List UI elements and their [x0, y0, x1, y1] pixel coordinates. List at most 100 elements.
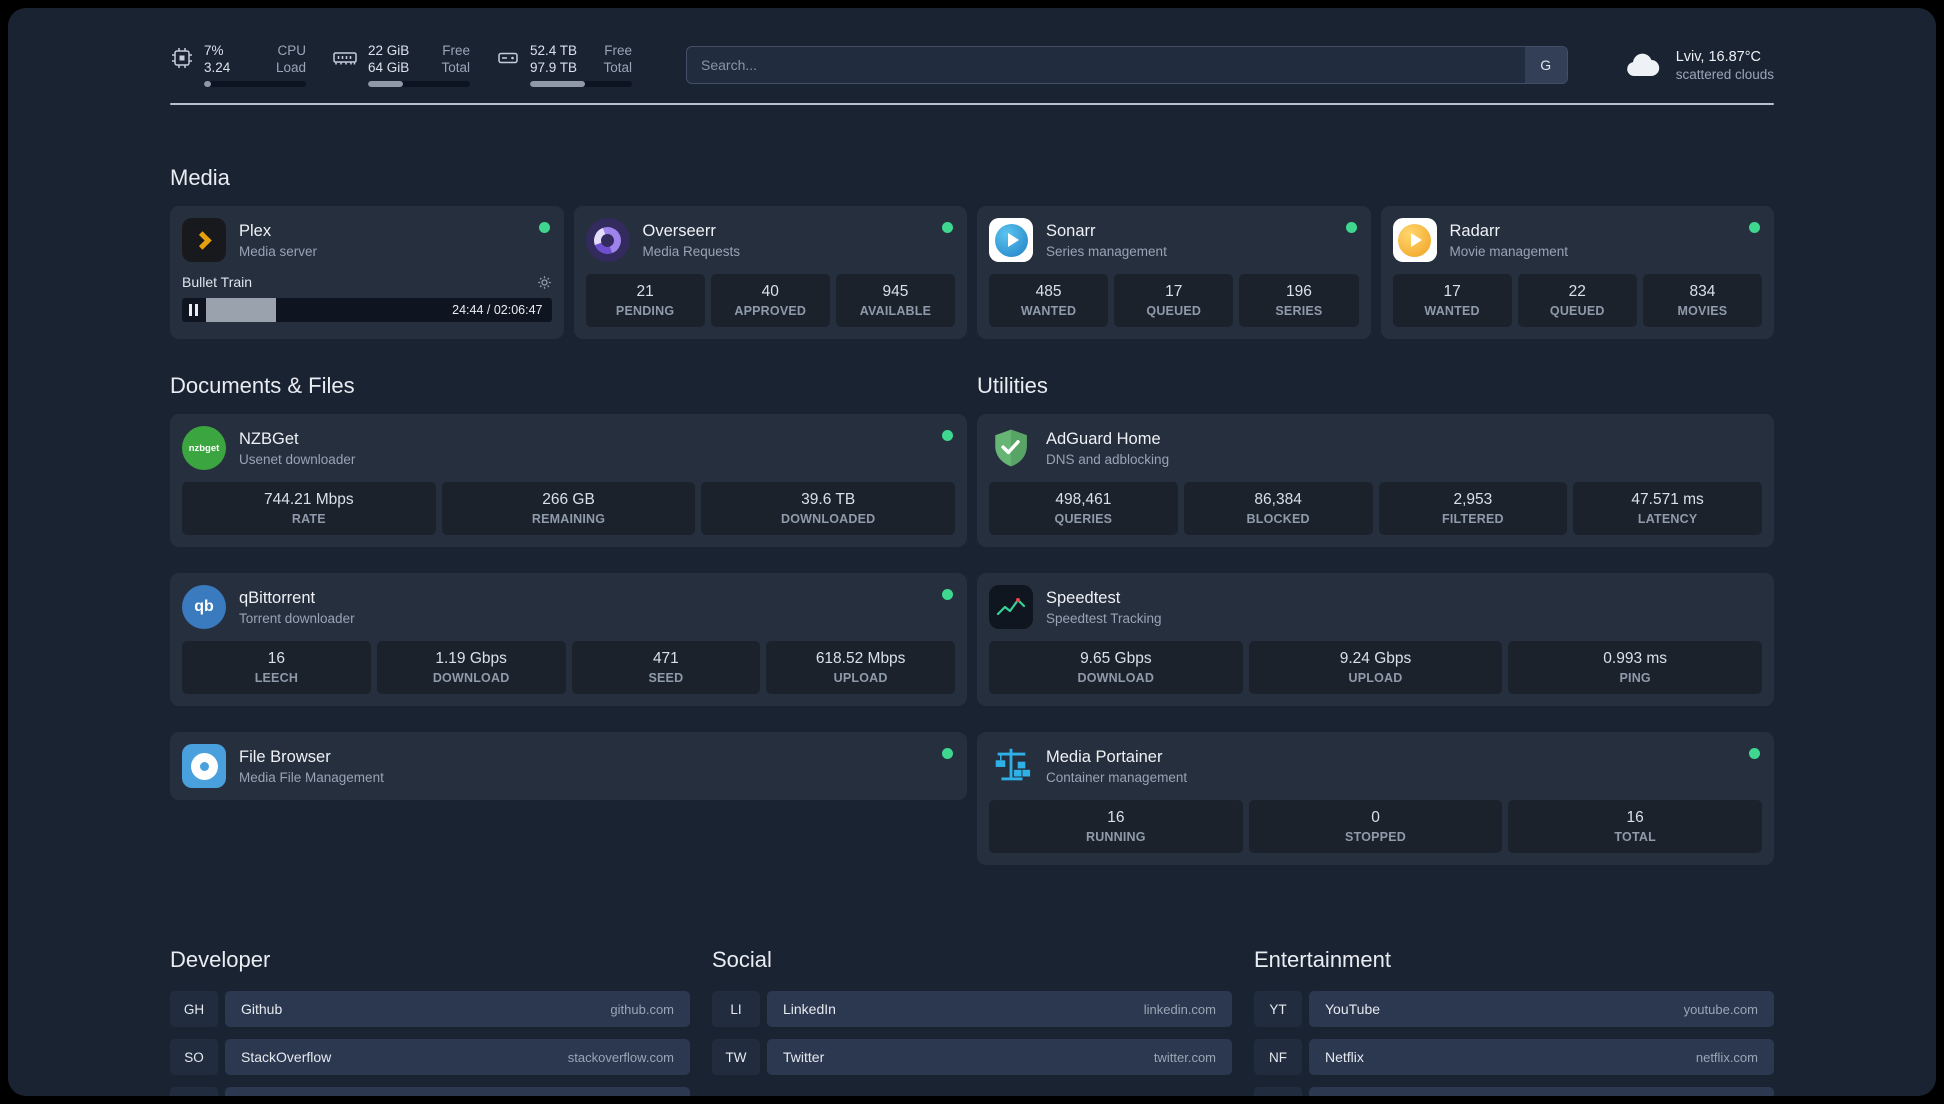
service-card-overseerr[interactable]: Overseerr Media Requests 21 PENDING 40 A… — [573, 206, 967, 339]
status-dot — [1749, 748, 1760, 759]
stat-tile: 0.993 ms PING — [1508, 641, 1763, 694]
disk-total-value: 97.9 TB — [530, 60, 578, 75]
disk-widget: 52.4 TB Free 97.9 TB Total — [496, 42, 632, 87]
service-subtitle: Movie management — [1449, 243, 1569, 259]
service-card-qbittorrent[interactable]: qb qBittorrent Torrent downloader 16 LEE… — [170, 573, 967, 706]
search-input[interactable] — [686, 45, 1568, 84]
stat-tile: 1.19 Gbps DOWNLOAD — [376, 641, 566, 694]
bookmark-netflix[interactable]: NF Netflix netflix.com — [1254, 1039, 1774, 1075]
cpu-progress-bar — [204, 81, 306, 87]
cpu-usage-label: CPU — [277, 43, 306, 58]
service-card-adguard[interactable]: AdGuard Home DNS and adblocking 498,461 … — [977, 414, 1774, 547]
plex-icon — [182, 218, 226, 262]
disk-total-label: Total — [603, 60, 632, 75]
weather-condition: scattered clouds — [1675, 66, 1774, 82]
service-name: Overseerr — [642, 221, 716, 240]
service-name: qBittorrent — [239, 588, 316, 607]
disk-progress-bar — [530, 81, 632, 87]
bookmark-abbr: YT — [1254, 991, 1302, 1027]
stat-tile: 22 QUEUED — [1517, 274, 1637, 327]
cpu-usage-value: 7% — [204, 43, 224, 58]
cpu-load-label: Load — [275, 60, 306, 75]
service-subtitle: Container management — [1046, 769, 1188, 785]
stat-tile: 47.571 ms LATENCY — [1573, 482, 1762, 535]
service-card-plex[interactable]: Plex Media server Bullet Train 24:44 / 0 — [170, 206, 564, 339]
weather-widget: Lviv, 16.87°C scattered clouds — [1622, 48, 1774, 82]
filebrowser-icon — [182, 744, 226, 788]
status-dot — [942, 222, 953, 233]
nzbget-icon: nzbget — [182, 426, 226, 470]
service-subtitle: Torrent downloader — [239, 610, 355, 626]
radarr-icon — [1392, 218, 1437, 262]
status-dot — [942, 430, 953, 441]
bookmark-stackoverflow[interactable]: SO StackOverflow stackoverflow.com — [170, 1039, 690, 1075]
section-documents: Documents & Files nzbget NZBGet Usenet d… — [170, 373, 967, 891]
service-card-speedtest[interactable]: Speedtest Speedtest Tracking 9.65 Gbps D… — [977, 573, 1774, 706]
bookmark-domain: linkedin.com — [1143, 1001, 1216, 1017]
disk-icon — [498, 52, 518, 64]
service-name: File Browser — [239, 747, 331, 766]
bookmark-domain: netflix.com — [1695, 1049, 1758, 1065]
service-subtitle: DNS and adblocking — [1046, 451, 1170, 467]
bookmark-dev[interactable]: DT DEV dev.to — [170, 1087, 690, 1096]
stat-tile: 0 STOPPED — [1248, 800, 1503, 853]
stat-tile: 86,384 BLOCKED — [1183, 482, 1373, 535]
bookmark-abbr: LI — [712, 991, 760, 1027]
service-name: Plex — [239, 221, 272, 240]
bookmark-name: StackOverflow — [241, 1049, 332, 1065]
bookmark-group-social: Social LI LinkedIn linkedin.com TW Twitt… — [712, 947, 1232, 1096]
header-divider — [170, 103, 1774, 105]
bookmark-domain: stackoverflow.com — [567, 1049, 674, 1065]
stat-tile: 39.6 TB DOWNLOADED — [701, 482, 956, 535]
bookmark-github[interactable]: GH Github github.com — [170, 991, 690, 1027]
status-dot — [1749, 222, 1760, 233]
service-card-portainer[interactable]: Media Portainer Container management 16 … — [977, 732, 1774, 865]
service-name: Radarr — [1449, 221, 1500, 240]
section-utilities: Utilities AdGuard Home DNS and adblockin… — [977, 373, 1774, 891]
service-name: AdGuard Home — [1046, 429, 1161, 448]
speedtest-icon — [989, 585, 1033, 629]
service-name: Sonarr — [1046, 221, 1096, 240]
qbittorrent-icon: qb — [182, 585, 226, 629]
service-card-nzbget[interactable]: nzbget NZBGet Usenet downloader 744.21 M… — [170, 414, 967, 547]
stat-tile: 834 MOVIES — [1642, 274, 1763, 327]
status-dot — [942, 589, 953, 600]
search-provider-button[interactable]: G — [1524, 46, 1567, 83]
bookmark-group-developer: Developer GH Github github.com SO StackO… — [170, 947, 690, 1096]
adguard-icon — [989, 426, 1033, 470]
section-title-media: Media — [170, 165, 230, 190]
bookmark-abbr: NF — [1254, 1039, 1302, 1075]
service-subtitle: Media File Management — [239, 769, 384, 785]
bookmark-abbr: DT — [170, 1087, 218, 1096]
service-card-filebrowser[interactable]: File Browser Media File Management — [170, 732, 967, 800]
bookmark-group-entertainment: Entertainment YT YouTube youtube.com NF … — [1254, 947, 1774, 1096]
pause-icon — [189, 304, 201, 316]
bookmark-name: Github — [241, 1001, 283, 1017]
stat-tile: 17 QUEUED — [1114, 274, 1234, 327]
bookmark-linkedin[interactable]: LI LinkedIn linkedin.com — [712, 991, 1232, 1027]
bookmark-domain: twitter.com — [1153, 1049, 1216, 1065]
playback-progress-bar: 24:44 / 02:06:47 — [182, 298, 552, 322]
bookmark-twitter[interactable]: TW Twitter twitter.com — [712, 1039, 1232, 1075]
service-subtitle: Media Requests — [642, 243, 741, 259]
stat-tile: 498,461 QUERIES — [989, 482, 1178, 535]
dashboard: 7% CPU 3.24 Load 22 GiB Free 64 GiB Tota… — [8, 8, 1936, 1096]
stat-tile: 9.65 Gbps DOWNLOAD — [989, 641, 1243, 694]
service-subtitle: Series management — [1046, 243, 1167, 259]
stat-tile: 485 WANTED — [989, 274, 1109, 327]
stat-tile: 196 SERIES — [1239, 274, 1359, 327]
service-card-sonarr[interactable]: Sonarr Series management 485 WANTED 17 Q… — [977, 206, 1371, 339]
section-title-entertainment: Entertainment — [1254, 947, 1391, 972]
settings-gear-icon[interactable] — [537, 275, 552, 290]
bookmark-name: Netflix — [1325, 1049, 1364, 1065]
bookmark-reddit[interactable]: RE Reddit reddit.com — [1254, 1087, 1774, 1096]
stat-tile: 16 RUNNING — [989, 800, 1243, 853]
service-card-radarr[interactable]: Radarr Movie management 17 WANTED 22 QUE… — [1380, 206, 1774, 339]
service-name: NZBGet — [239, 429, 299, 448]
topbar: 7% CPU 3.24 Load 22 GiB Free 64 GiB Tota… — [170, 8, 1774, 87]
bookmark-domain: github.com — [610, 1001, 674, 1017]
bookmark-youtube[interactable]: YT YouTube youtube.com — [1254, 991, 1774, 1027]
section-media: Media Plex Media server Bullet Train 24:… — [170, 165, 1774, 339]
disk-free-label: Free — [604, 43, 632, 58]
stat-tile: 471 SEED — [571, 641, 761, 694]
